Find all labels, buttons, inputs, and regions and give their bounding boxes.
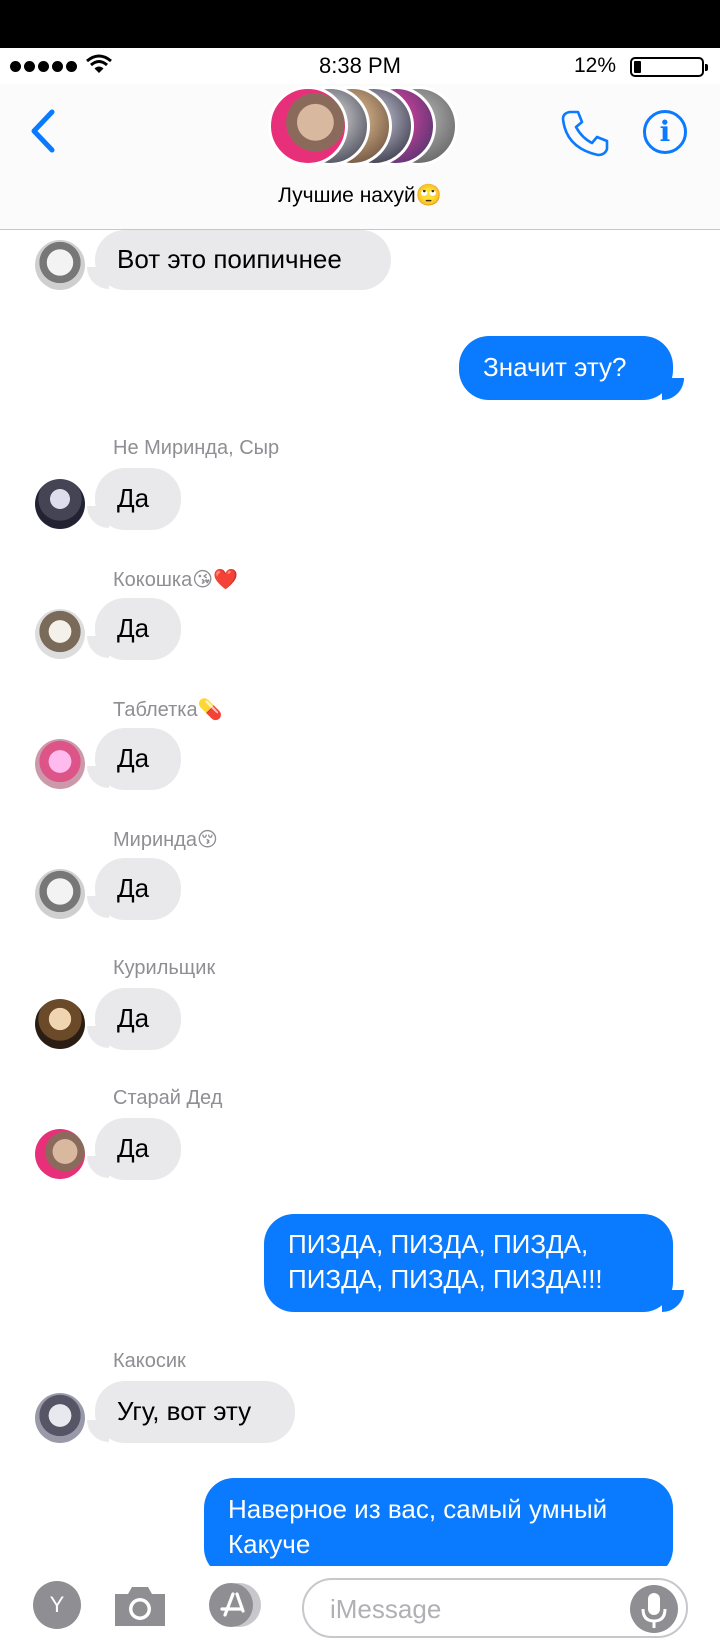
message-text: Да [117,1003,150,1033]
info-icon[interactable]: i [643,110,687,154]
incoming-message-bubble[interactable]: Да [95,1118,181,1180]
message-text: Да [117,743,150,773]
sender-avatar [35,1129,85,1179]
camera-icon[interactable] [112,1584,168,1628]
outgoing-message-bubble[interactable]: ПИЗДА, ПИЗДА, ПИЗДА, ПИЗДА, ПИЗДА, ПИЗДА… [264,1214,673,1312]
sender-name: Таблетка💊 [113,699,223,721]
sender-avatar [35,999,85,1049]
message-text: Да [117,613,150,643]
message-text: Угу, вот эту [117,1396,252,1426]
sender-avatar [35,240,85,290]
sender-name: Миринда😚 [113,829,218,851]
message-text-line: Наверное из вас, самый умный [228,1494,608,1524]
sender-avatar [35,869,85,919]
microphone-button[interactable] [630,1585,678,1633]
message-text: Значит эту? [483,352,627,382]
incoming-message-bubble[interactable]: Вот это поипичнее [95,230,391,290]
imessage-input[interactable] [330,1590,620,1628]
sender-name: Курильщик [113,957,216,979]
group-title[interactable]: Лучшие нахуй🙄 [0,184,720,208]
incoming-message-bubble[interactable]: Угу, вот эту [95,1381,295,1443]
apps-button[interactable]: Y [33,1581,81,1629]
top-black-bar [0,0,720,48]
sender-avatar [35,609,85,659]
microphone-icon [641,1593,667,1628]
sender-name: Какосик [113,1350,186,1372]
message-text: Да [117,873,150,903]
phone-icon[interactable] [560,108,610,158]
incoming-message-bubble[interactable]: Да [95,598,181,660]
message-text-line: ПИЗДА, ПИЗДА, ПИЗДА!!! [288,1264,603,1294]
sender-name: Старай Дед [113,1087,223,1109]
conversation-header: Лучшие нахуй🙄 i [0,84,720,230]
incoming-message-bubble[interactable]: Да [95,468,181,530]
message-text-line: Какуче [228,1529,311,1559]
message-text: Да [117,483,150,513]
app-store-icon [209,1583,261,1627]
sender-name: Кокошка😘❤️ [113,569,238,591]
incoming-message-bubble[interactable]: Да [95,858,181,920]
message-text: Вот это поипичнее [117,244,342,274]
outgoing-message-bubble[interactable]: Наверное из вас, самый умный Какуче [204,1478,673,1578]
sender-avatar [35,1393,85,1443]
incoming-message-bubble[interactable]: Да [95,728,181,790]
group-avatar [268,86,348,166]
incoming-message-bubble[interactable]: Да [95,988,181,1050]
outgoing-message-bubble[interactable]: Значит эту? [459,336,673,400]
sender-avatar [35,739,85,789]
sender-avatar [35,479,85,529]
message-input-bar: Y [0,1566,720,1650]
battery-percentage: 12% [573,54,616,77]
imessage-field[interactable] [302,1578,688,1638]
battery-icon [630,57,708,77]
message-text-line: ПИЗДА, ПИЗДА, ПИЗДА, [288,1229,589,1259]
status-bar: 8:38 PM 12% [0,48,720,84]
back-chevron-icon[interactable] [28,108,58,154]
sender-name: Не Миринда, Сыр [113,437,280,459]
app-store-button[interactable] [205,1581,269,1629]
group-avatar-stack[interactable] [268,84,458,168]
message-text: Да [117,1133,150,1163]
